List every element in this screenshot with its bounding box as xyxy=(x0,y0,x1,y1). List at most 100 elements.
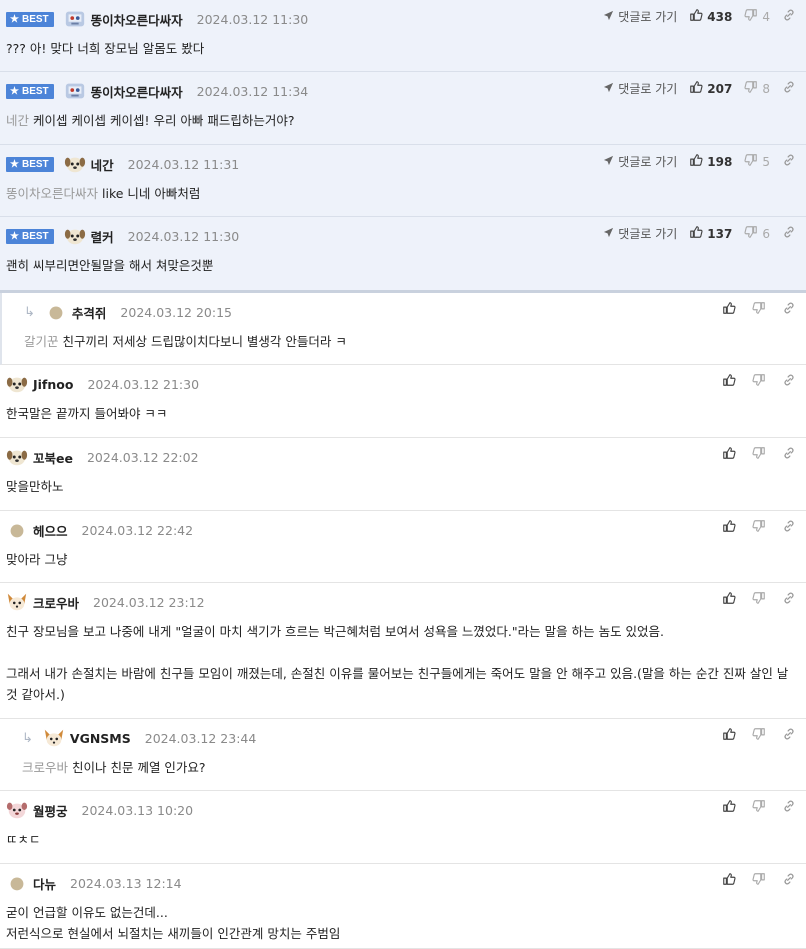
upvote-button[interactable] xyxy=(722,727,740,744)
author-nickname[interactable]: 똥이차오른다싸자 xyxy=(91,10,183,29)
comment-actions: 댓글로 가기 198 5 xyxy=(603,153,796,170)
downvote-button[interactable] xyxy=(752,301,770,318)
copy-link-button[interactable] xyxy=(782,591,796,608)
copy-link-button[interactable] xyxy=(782,446,796,463)
comment-date: 2024.03.12 11:31 xyxy=(127,156,240,172)
comment-body: 굳이 언급할 이유도 없는건데... 저런식으로 현실에서 뇌절치는 새끼들이 인… xyxy=(6,902,794,944)
thumbs-down-icon xyxy=(744,8,762,25)
mention-link[interactable]: 갈기꾼 xyxy=(24,334,59,349)
downvote-button[interactable] xyxy=(752,727,770,744)
comment-text-line: 맞을만하노 xyxy=(6,476,794,497)
comment-header: ★ BEST 똥이차오른다싸자 2024.03.12 11:34 xyxy=(6,82,308,100)
dog-avatar[interactable] xyxy=(6,448,28,466)
upvote-button[interactable] xyxy=(722,301,740,318)
downvote-button[interactable]: 8 xyxy=(744,80,770,97)
copy-link-button[interactable] xyxy=(782,727,796,744)
author-nickname[interactable]: 꼬북ee xyxy=(33,448,73,467)
mention-link[interactable]: 똥이차오른다싸자 xyxy=(6,186,98,201)
star-icon: ★ xyxy=(10,85,19,97)
fox-avatar[interactable] xyxy=(43,729,65,747)
dot-avatar[interactable] xyxy=(45,303,67,321)
comment-text-line: 맞아라 그냥 xyxy=(6,549,794,570)
author-nickname[interactable]: 다뉴 xyxy=(33,874,56,893)
goto-comment-link[interactable]: 댓글로 가기 xyxy=(603,8,677,25)
downvote-button[interactable]: 5 xyxy=(744,153,770,170)
author-nickname[interactable]: 월평궁 xyxy=(33,801,68,820)
comment-row: 헤으으 2024.03.12 22:42 맞아라 그냥 xyxy=(0,511,806,583)
author-nickname[interactable]: 네간 xyxy=(91,155,114,174)
comment-body: 친구 장모님을 보고 나중에 내게 "얼굴이 마치 색기가 흐르는 박근혜처럼 … xyxy=(6,621,794,705)
author-nickname[interactable]: 똥이차오른다싸자 xyxy=(91,82,183,101)
downvote-button[interactable]: 4 xyxy=(744,8,770,25)
downvote-count: 5 xyxy=(762,154,770,169)
comment-text: 그래서 내가 손절치는 바람에 친구들 모임이 깨졌는데, 손절친 이유를 물어… xyxy=(6,666,789,702)
upvote-button[interactable]: 137 xyxy=(689,225,732,242)
author-nickname[interactable]: 헤으으 xyxy=(33,521,68,540)
downvote-button[interactable]: 6 xyxy=(744,225,770,242)
author-nickname[interactable]: Jifnoo xyxy=(33,377,73,392)
copy-link-button[interactable] xyxy=(782,8,796,25)
comment-header: ★ BEST 네간 2024.03.12 11:31 xyxy=(6,155,239,173)
copy-link-button[interactable] xyxy=(782,872,796,889)
pink-avatar[interactable] xyxy=(6,801,28,819)
dot-avatar[interactable] xyxy=(6,521,28,539)
upvote-button[interactable] xyxy=(722,799,740,816)
goto-comment-link[interactable]: 댓글로 가기 xyxy=(603,225,677,242)
thumbs-up-icon xyxy=(689,80,707,97)
dog-avatar[interactable] xyxy=(64,227,86,245)
upvote-button[interactable] xyxy=(722,373,740,390)
comment-row: 월평궁 2024.03.13 10:20 ㄸㅊㄷ xyxy=(0,791,806,864)
copy-link-button[interactable] xyxy=(782,301,796,318)
copy-link-button[interactable] xyxy=(782,153,796,170)
comment-date: 2024.03.12 11:30 xyxy=(196,11,309,27)
comment-row: ↳ VGNSMS 2024.03.12 23:44 크로우바 친이나 친문 께열 인가요… xyxy=(0,719,806,791)
downvote-button[interactable] xyxy=(752,799,770,816)
robot-avatar[interactable] xyxy=(64,10,86,28)
fox-avatar[interactable] xyxy=(6,593,28,611)
upvote-button[interactable]: 198 xyxy=(689,153,732,170)
upvote-button[interactable] xyxy=(722,446,740,463)
downvote-button[interactable] xyxy=(752,872,770,889)
comment-row: ★ BEST 똥이차오른다싸자 2024.03.12 11:30 ??? 아! 맞다 너… xyxy=(0,0,806,72)
copy-link-button[interactable] xyxy=(782,225,796,242)
upvote-button[interactable]: 207 xyxy=(689,80,732,97)
comment-text-line: ??? 아! 맞다 너희 장모님 알몸도 봤다 xyxy=(6,38,794,59)
comment-text: 친구끼리 저세상 드립많이치다보니 별생각 안들더라 ㅋ xyxy=(62,334,347,349)
comment-date: 2024.03.12 21:30 xyxy=(87,376,200,392)
upvote-button[interactable] xyxy=(722,591,740,608)
upvote-button[interactable]: 438 xyxy=(689,8,732,25)
thumbs-down-icon xyxy=(744,225,762,242)
copy-link-button[interactable] xyxy=(782,80,796,97)
dot-avatar[interactable] xyxy=(6,874,28,892)
mention-link[interactable]: 네간 xyxy=(6,113,29,128)
upvote-button[interactable] xyxy=(722,519,740,536)
comment-body: ㄸㅊㄷ xyxy=(6,829,794,850)
goto-label: 댓글로 가기 xyxy=(618,82,678,96)
dog-avatar[interactable] xyxy=(64,155,86,173)
comment-text: ??? 아! 맞다 너희 장모님 알몸도 봤다 xyxy=(6,41,205,56)
author-nickname[interactable]: 크로우바 xyxy=(33,593,79,612)
mention-link[interactable]: 크로우바 xyxy=(22,760,68,775)
thumbs-up-icon xyxy=(689,225,707,242)
upvote-button[interactable] xyxy=(722,872,740,889)
send-arrow-icon xyxy=(603,227,614,241)
author-nickname[interactable]: VGNSMS xyxy=(70,731,131,746)
robot-avatar[interactable] xyxy=(64,82,86,100)
copy-link-button[interactable] xyxy=(782,373,796,390)
goto-comment-link[interactable]: 댓글로 가기 xyxy=(603,80,677,97)
downvote-button[interactable] xyxy=(752,446,770,463)
link-icon xyxy=(782,153,796,170)
goto-comment-link[interactable]: 댓글로 가기 xyxy=(603,153,677,170)
downvote-button[interactable] xyxy=(752,591,770,608)
copy-link-button[interactable] xyxy=(782,519,796,536)
goto-label: 댓글로 가기 xyxy=(618,227,678,241)
dog-avatar[interactable] xyxy=(6,375,28,393)
downvote-button[interactable] xyxy=(752,373,770,390)
author-nickname[interactable]: 추격쥐 xyxy=(72,303,107,322)
best-badge: ★ BEST xyxy=(6,156,54,172)
copy-link-button[interactable] xyxy=(782,799,796,816)
thumbs-up-icon xyxy=(722,373,740,390)
author-nickname[interactable]: 렬커 xyxy=(91,227,114,246)
downvote-button[interactable] xyxy=(752,519,770,536)
comment-actions xyxy=(722,373,796,390)
